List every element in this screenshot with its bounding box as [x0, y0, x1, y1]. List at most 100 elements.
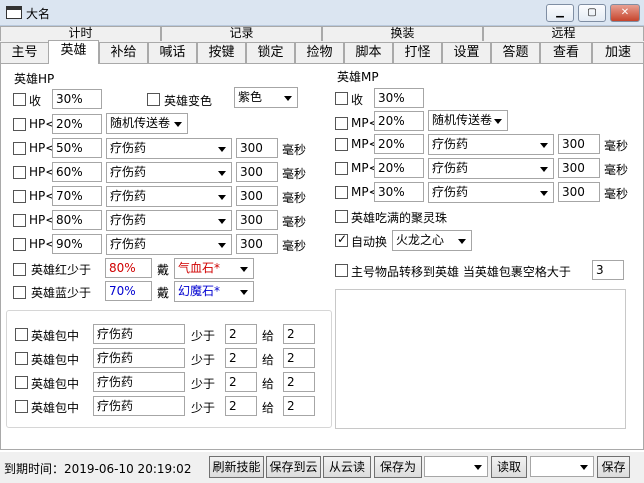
tab-fight[interactable]: 打怪: [393, 42, 442, 63]
hp-row-checkbox[interactable]: [13, 214, 26, 227]
hp-row-ms-input[interactable]: 300: [236, 186, 278, 206]
hp-row-checkbox[interactable]: [13, 238, 26, 251]
bag-row-give-input[interactable]: 2: [283, 324, 315, 344]
hero-red-checkbox[interactable]: [13, 263, 26, 276]
hp-scroll-select[interactable]: 随机传送卷: [106, 113, 188, 134]
bag-row-item-input[interactable]: 疗伤药: [93, 348, 185, 368]
tab-settings[interactable]: 设置: [442, 42, 491, 63]
hp-row-item-select[interactable]: 疗伤药: [106, 186, 232, 207]
hp-row-input[interactable]: 70%: [52, 186, 102, 206]
tab-pickup[interactable]: 捡物: [295, 42, 344, 63]
transfer-input[interactable]: 3: [592, 260, 624, 280]
mp-row-checkbox[interactable]: [335, 186, 348, 199]
tab-speed[interactable]: 加速: [592, 42, 644, 63]
mp-scroll-input[interactable]: 20%: [374, 111, 424, 131]
bag-row-give-input[interactable]: 2: [283, 348, 315, 368]
mp-scroll-checkbox[interactable]: [335, 117, 348, 130]
load-from-cloud-button[interactable]: 从云读: [323, 456, 371, 478]
hp-row-input[interactable]: 80%: [52, 210, 102, 230]
hp-row-checkbox[interactable]: [13, 190, 26, 203]
hero-blue-checkbox[interactable]: [13, 286, 26, 299]
transfer-list[interactable]: [335, 289, 626, 429]
bag-row-checkbox[interactable]: [15, 376, 28, 389]
mp-row-input[interactable]: 20%: [374, 158, 424, 178]
save-to-cloud-button[interactable]: 保存到云: [266, 456, 321, 478]
hp-row-input[interactable]: 90%: [52, 234, 102, 254]
bag-row-item-input[interactable]: 疗伤药: [93, 324, 185, 344]
hp-row-ms-input[interactable]: 300: [236, 210, 278, 230]
tab-supply[interactable]: 补给: [99, 42, 148, 63]
hero-red-input[interactable]: 80%: [105, 258, 152, 278]
hp-row-input[interactable]: 50%: [52, 138, 102, 158]
auto-swap-checkbox[interactable]: [335, 232, 348, 247]
mp-collect-input[interactable]: 30%: [374, 88, 424, 108]
read-select[interactable]: [530, 456, 594, 477]
eat-bead-checkbox[interactable]: [335, 210, 348, 223]
mp-row-input[interactable]: 30%: [374, 182, 424, 202]
bag-row-qty-input[interactable]: 2: [225, 396, 257, 416]
read-button[interactable]: 读取: [491, 456, 527, 478]
bag-row-item-input[interactable]: 疗伤药: [93, 396, 185, 416]
mp-row-input[interactable]: 20%: [374, 134, 424, 154]
hero-blue-input[interactable]: 70%: [105, 281, 152, 301]
bag-row-give-input[interactable]: 2: [283, 396, 315, 416]
auto-swap-select[interactable]: 火龙之心: [392, 230, 472, 251]
bag-row-qty-input[interactable]: 2: [225, 372, 257, 392]
mp-row-item-select[interactable]: 疗伤药: [428, 182, 554, 203]
tab-equip[interactable]: 换装: [322, 26, 483, 41]
tab-remote[interactable]: 远程: [483, 26, 644, 41]
mp-scroll-select[interactable]: 随机传送卷: [428, 110, 508, 131]
tab-hero[interactable]: 英雄: [48, 40, 99, 64]
hp-row-ms-input[interactable]: 300: [236, 234, 278, 254]
hp-row-item-select[interactable]: 疗伤药: [106, 210, 232, 231]
hero-red-item-select[interactable]: 气血石*: [174, 258, 254, 279]
hp-row-checkbox[interactable]: [13, 142, 26, 155]
mp-row-ms-input[interactable]: 300: [558, 134, 600, 154]
hp-row-input[interactable]: 60%: [52, 162, 102, 182]
maximize-button[interactable]: ▢: [578, 4, 606, 22]
tab-script[interactable]: 脚本: [344, 42, 393, 63]
hp-row-item-select[interactable]: 疗伤药: [106, 162, 232, 183]
hp-scroll-checkbox[interactable]: [13, 118, 26, 131]
mp-row-ms-input[interactable]: 300: [558, 158, 600, 178]
bag-row-checkbox[interactable]: [15, 352, 28, 365]
bag-row-qty-input[interactable]: 2: [225, 348, 257, 368]
mp-collect-checkbox[interactable]: [335, 92, 348, 105]
mp-row-item-select[interactable]: 疗伤药: [428, 158, 554, 179]
mp-row-checkbox[interactable]: [335, 162, 348, 175]
tab-shout[interactable]: 喊话: [148, 42, 197, 63]
tab-record[interactable]: 记录: [161, 26, 322, 41]
hp-row-ms-input[interactable]: 300: [236, 162, 278, 182]
save-as-select[interactable]: [424, 456, 488, 477]
hp-row-item-select[interactable]: 疗伤药: [106, 234, 232, 255]
hp-collect-checkbox[interactable]: [13, 93, 26, 106]
tab-quiz[interactable]: 答题: [491, 42, 540, 63]
mp-row-item-select[interactable]: 疗伤药: [428, 134, 554, 155]
tab-lock[interactable]: 锁定: [246, 42, 295, 63]
hero-blue-item-select[interactable]: 幻魔石*: [174, 281, 254, 302]
hero-transform-checkbox[interactable]: [147, 93, 160, 106]
bag-row-checkbox[interactable]: [15, 400, 28, 413]
tab-keys[interactable]: 按键: [197, 42, 246, 63]
bag-row-qty-input[interactable]: 2: [225, 324, 257, 344]
bag-row-give-input[interactable]: 2: [283, 372, 315, 392]
hp-row-ms-input[interactable]: 300: [236, 138, 278, 158]
bag-row-item-input[interactable]: 疗伤药: [93, 372, 185, 392]
hero-color-select[interactable]: 紫色: [234, 87, 298, 108]
tab-main[interactable]: 主号: [0, 42, 49, 63]
mp-row-checkbox[interactable]: [335, 138, 348, 151]
mp-row-ms-input[interactable]: 300: [558, 182, 600, 202]
save-button[interactable]: 保存: [597, 456, 630, 478]
hp-scroll-input[interactable]: 20%: [52, 114, 102, 134]
hp-row-item-select[interactable]: 疗伤药: [106, 138, 232, 159]
refresh-skills-button[interactable]: 刷新技能: [209, 456, 264, 478]
hp-collect-input[interactable]: 30%: [52, 89, 102, 109]
tab-view[interactable]: 查看: [540, 42, 592, 63]
close-button[interactable]: ✕: [610, 4, 640, 22]
save-as-button[interactable]: 保存为: [374, 456, 422, 478]
transfer-checkbox[interactable]: [335, 264, 348, 277]
hp-row-checkbox[interactable]: [13, 166, 26, 179]
minimize-button[interactable]: ▁: [546, 4, 574, 22]
tab-timer[interactable]: 计时: [0, 26, 161, 41]
bag-row-checkbox[interactable]: [15, 328, 28, 341]
